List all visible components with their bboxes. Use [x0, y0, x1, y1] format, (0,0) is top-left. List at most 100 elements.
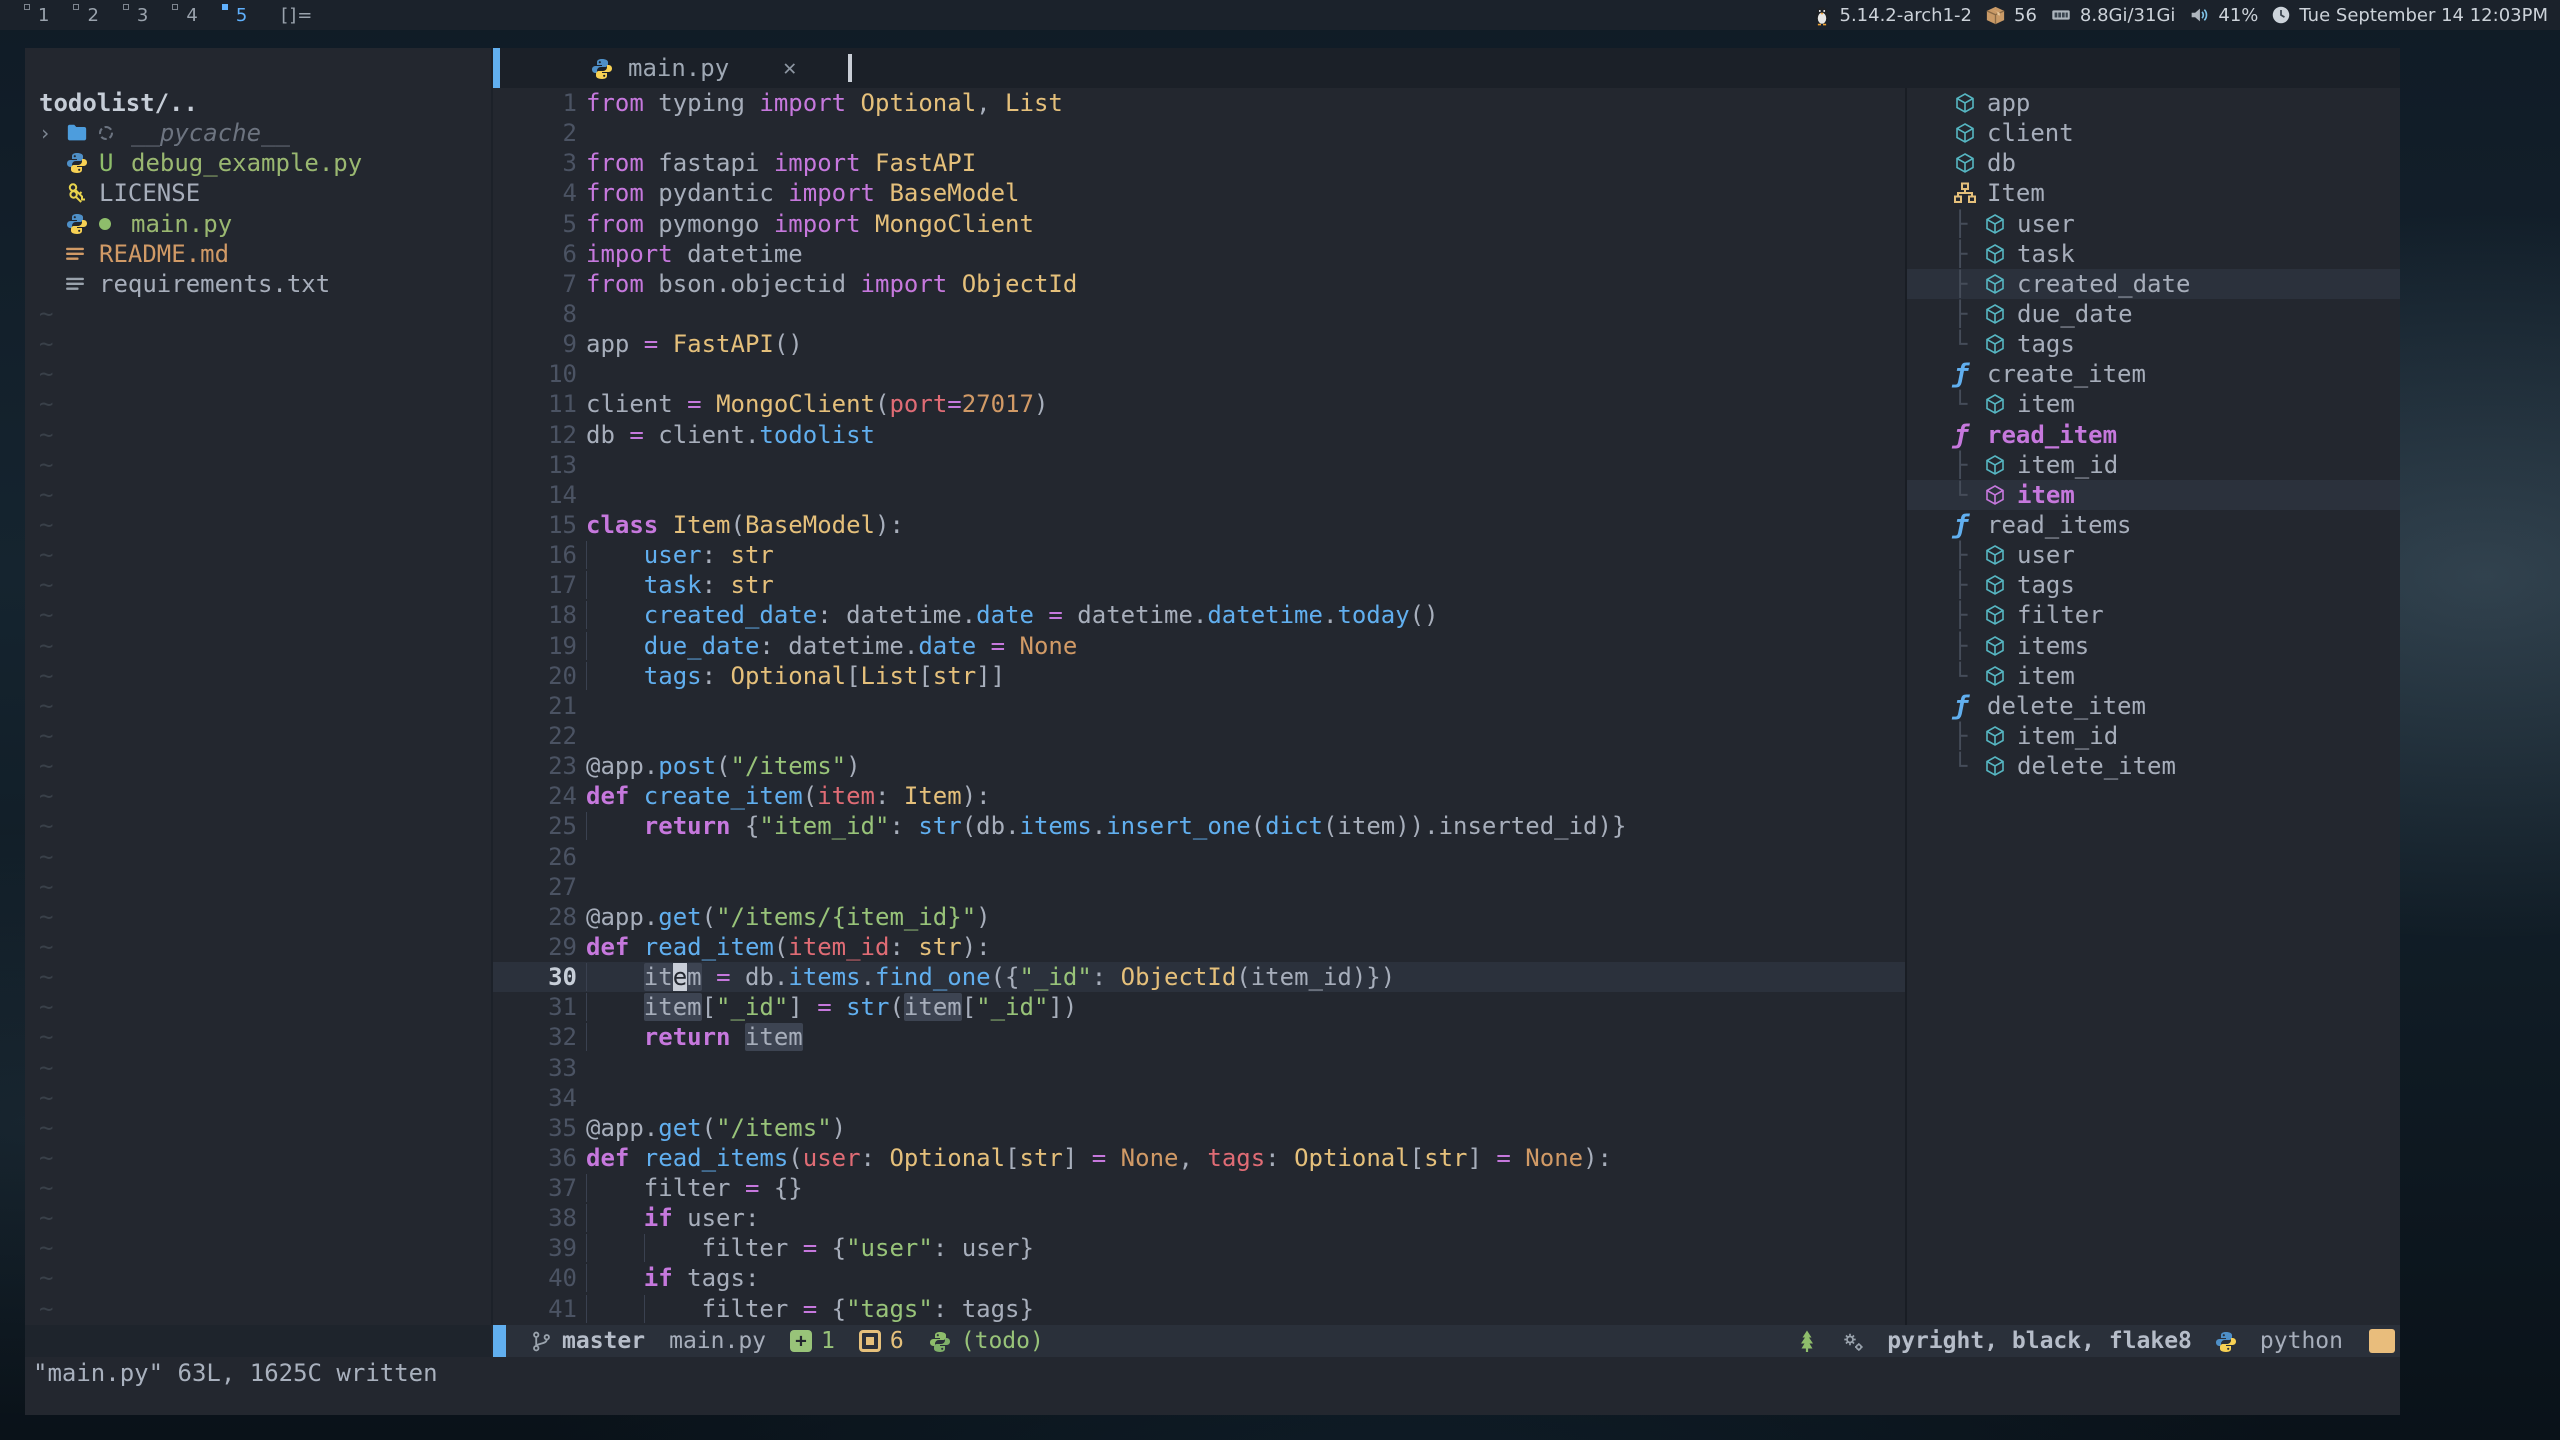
- outline-item-db[interactable]: db: [1907, 148, 2400, 178]
- file-name: debug_example.py: [131, 148, 362, 178]
- file-tree-item-LICENSE[interactable]: LICENSE: [25, 178, 491, 208]
- code-line-21[interactable]: 21: [493, 691, 1905, 721]
- code-line-39[interactable]: 39 filter = {"user": user}: [493, 1233, 1905, 1263]
- code-line-32[interactable]: 32 return item: [493, 1022, 1905, 1052]
- layout-symbol[interactable]: []=: [281, 5, 313, 26]
- file-tree-item-README.md[interactable]: README.md: [25, 239, 491, 269]
- outline-item-read_items[interactable]: ƒread_items: [1907, 510, 2400, 540]
- outline-item-delete_item[interactable]: ƒdelete_item: [1907, 691, 2400, 721]
- status-package: 56: [1984, 4, 2037, 27]
- code-line-26[interactable]: 26: [493, 842, 1905, 872]
- outline-item-task[interactable]: ├task: [1907, 239, 2400, 269]
- code-line-18[interactable]: 18 created_date: datetime.date = datetim…: [493, 600, 1905, 630]
- outline-item-item_id[interactable]: ├item_id: [1907, 450, 2400, 480]
- line-number: 31: [493, 992, 577, 1022]
- gears-icon: [1841, 1328, 1865, 1354]
- code-line-9[interactable]: 9app = FastAPI(): [493, 329, 1905, 359]
- code-text: item["_id"] = str(item["_id"]): [586, 992, 1077, 1022]
- variable-cube-icon: [1953, 121, 1987, 145]
- code-editor[interactable]: 1from typing import Optional, List23from…: [493, 88, 1905, 1325]
- code-line-11[interactable]: 11client = MongoClient(port=27017): [493, 389, 1905, 419]
- tab-close-icon[interactable]: ✕: [783, 56, 796, 81]
- code-line-15[interactable]: 15class Item(BaseModel):: [493, 510, 1905, 540]
- code-line-35[interactable]: 35@app.get("/items"): [493, 1113, 1905, 1143]
- outline-item-tags[interactable]: └tags: [1907, 329, 2400, 359]
- code-line-36[interactable]: 36def read_items(user: Optional[str] = N…: [493, 1143, 1905, 1173]
- code-line-33[interactable]: 33: [493, 1053, 1905, 1083]
- code-line-2[interactable]: 2: [493, 118, 1905, 148]
- file-tree-item-__pycache__[interactable]: ›__pycache__: [25, 118, 491, 148]
- symbol-label: delete_item: [1987, 691, 2146, 721]
- outline-item-due_date[interactable]: ├due_date: [1907, 299, 2400, 329]
- code-line-17[interactable]: 17 task: str: [493, 570, 1905, 600]
- code-text: filter = {"user": user}: [586, 1233, 1034, 1263]
- code-line-23[interactable]: 23@app.post("/items"): [493, 751, 1905, 781]
- code-line-14[interactable]: 14: [493, 480, 1905, 510]
- tabline-cursor: [848, 54, 852, 82]
- code-line-7[interactable]: 7from bson.objectid import ObjectId: [493, 269, 1905, 299]
- outline-item-items[interactable]: ├items: [1907, 631, 2400, 661]
- symbol-label: task: [2017, 239, 2075, 269]
- empty-line-tilde: ~: [25, 962, 491, 992]
- code-line-22[interactable]: 22: [493, 721, 1905, 751]
- code-line-28[interactable]: 28@app.get("/items/{item_id}"): [493, 902, 1905, 932]
- code-line-12[interactable]: 12db = client.todolist: [493, 420, 1905, 450]
- code-line-8[interactable]: 8: [493, 299, 1905, 329]
- code-line-5[interactable]: 5from pymongo import MongoClient: [493, 209, 1905, 239]
- line-number: 15: [493, 510, 577, 540]
- chevron-right-icon[interactable]: ›: [39, 118, 65, 148]
- code-line-34[interactable]: 34: [493, 1083, 1905, 1113]
- outline-item-created_date[interactable]: ├created_date: [1907, 269, 2400, 299]
- workspace-1[interactable]: 1: [22, 5, 49, 26]
- code-line-16[interactable]: 16 user: str: [493, 540, 1905, 570]
- workspace-2[interactable]: 2: [71, 5, 98, 26]
- code-line-25[interactable]: 25 return {"item_id": str(db.items.inser…: [493, 811, 1905, 841]
- code-line-10[interactable]: 10: [493, 359, 1905, 389]
- git-added-count: 1: [821, 1328, 835, 1354]
- code-text: return {"item_id": str(db.items.insert_o…: [586, 811, 1626, 841]
- outline-item-read_item[interactable]: ƒread_item: [1907, 420, 2400, 450]
- empty-line-tilde: ~: [25, 811, 491, 841]
- outline-item-Item[interactable]: Item: [1907, 178, 2400, 208]
- outline-item-item[interactable]: └item: [1907, 480, 2400, 510]
- workspace-4[interactable]: 4: [170, 5, 197, 26]
- code-line-40[interactable]: 40 if tags:: [493, 1263, 1905, 1293]
- code-line-37[interactable]: 37 filter = {}: [493, 1173, 1905, 1203]
- code-line-41[interactable]: 41 filter = {"tags": tags}: [493, 1294, 1905, 1324]
- outline-item-item[interactable]: └item: [1907, 661, 2400, 691]
- outline-item-item_id[interactable]: ├item_id: [1907, 721, 2400, 751]
- code-line-29[interactable]: 29def read_item(item_id: str):: [493, 932, 1905, 962]
- line-number: 9: [493, 329, 577, 359]
- outline-item-app[interactable]: app: [1907, 88, 2400, 118]
- outline-item-user[interactable]: ├user: [1907, 540, 2400, 570]
- code-line-20[interactable]: 20 tags: Optional[List[str]]: [493, 661, 1905, 691]
- code-line-38[interactable]: 38 if user:: [493, 1203, 1905, 1233]
- symbol-label: item_id: [2017, 721, 2118, 751]
- code-line-4[interactable]: 4from pydantic import BaseModel: [493, 178, 1905, 208]
- code-line-24[interactable]: 24def create_item(item: Item):: [493, 781, 1905, 811]
- workspace-3[interactable]: 3: [121, 5, 148, 26]
- file-tree-item-debug_example.py[interactable]: Udebug_example.py: [25, 148, 491, 178]
- line-number: 38: [493, 1203, 577, 1233]
- code-text: from fastapi import FastAPI: [586, 148, 976, 178]
- code-line-19[interactable]: 19 due_date: datetime.date = None: [493, 631, 1905, 661]
- outline-item-client[interactable]: client: [1907, 118, 2400, 148]
- code-line-6[interactable]: 6import datetime: [493, 239, 1905, 269]
- code-line-13[interactable]: 13: [493, 450, 1905, 480]
- outline-item-item[interactable]: └item: [1907, 389, 2400, 419]
- outline-item-tags[interactable]: ├tags: [1907, 570, 2400, 600]
- code-line-27[interactable]: 27: [493, 872, 1905, 902]
- outline-item-filter[interactable]: ├filter: [1907, 600, 2400, 630]
- code-line-3[interactable]: 3from fastapi import FastAPI: [493, 148, 1905, 178]
- file-tree-item-requirements.txt[interactable]: requirements.txt: [25, 269, 491, 299]
- code-line-30[interactable]: 30 item = db.items.find_one({"_id": Obje…: [493, 962, 1905, 992]
- tab-main-py[interactable]: main.py ✕: [500, 48, 822, 88]
- workspace-5[interactable]: 5: [220, 5, 247, 26]
- outline-item-user[interactable]: ├user: [1907, 209, 2400, 239]
- code-line-31[interactable]: 31 item["_id"] = str(item["_id"]): [493, 992, 1905, 1022]
- line-number: 10: [493, 359, 577, 389]
- outline-item-create_item[interactable]: ƒcreate_item: [1907, 359, 2400, 389]
- outline-item-delete_item[interactable]: └delete_item: [1907, 751, 2400, 781]
- file-tree-item-main.py[interactable]: main.py: [25, 209, 491, 239]
- code-line-1[interactable]: 1from typing import Optional, List: [493, 88, 1905, 118]
